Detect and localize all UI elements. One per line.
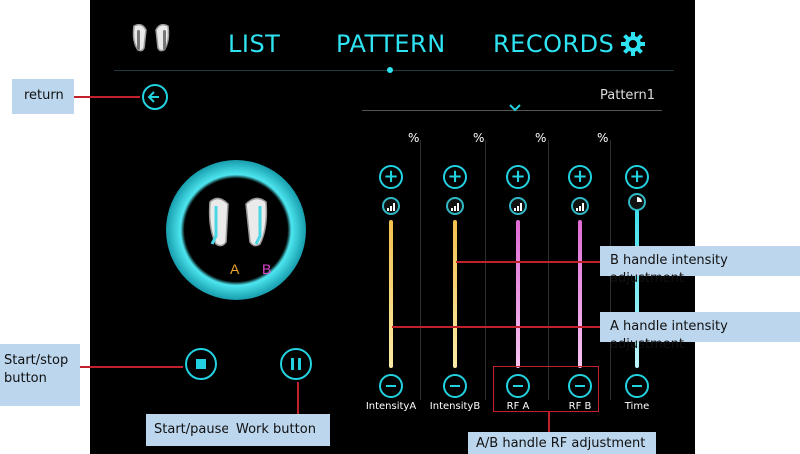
rf-adjust-callout: A/B handle RF adjustment [468, 432, 656, 454]
rf-adjust-callout-line [548, 412, 550, 432]
start-pause-callout: Start/pause [146, 414, 229, 446]
nav-pattern-tab[interactable]: PATTERN [336, 30, 446, 58]
column-divider [420, 140, 421, 400]
a-intensity-callout: A handle intensity adjustment [600, 312, 800, 352]
return-callout: return [12, 79, 74, 114]
work-button-callout-line [297, 382, 299, 414]
pattern-name: Pattern1 [600, 88, 656, 103]
plus-icon: + [383, 166, 399, 187]
time-label: Time [624, 401, 650, 412]
time-minus-button[interactable] [625, 374, 649, 398]
handle-b-label: B [262, 261, 272, 277]
intensity-b-unit: % [473, 131, 485, 145]
intensity-a-slider[interactable] [389, 220, 393, 368]
return-callout-line [74, 96, 140, 98]
rf-a-plus-button[interactable]: + [506, 165, 530, 189]
plus-icon: + [447, 166, 463, 187]
stop-icon [196, 359, 206, 369]
intensity-b-plus-button[interactable]: + [443, 165, 467, 189]
nav-list-tab[interactable]: LIST [228, 30, 280, 58]
rf-a-unit: % [535, 131, 547, 145]
nav-active-indicator [387, 67, 393, 73]
plus-icon: + [510, 166, 526, 187]
chevron-down-icon[interactable] [508, 102, 522, 114]
signal-level-icon [571, 197, 589, 215]
nav-divider [114, 70, 674, 71]
intensity-a-unit: % [408, 131, 420, 145]
handles-icon[interactable] [128, 22, 176, 56]
rf-b-unit: % [597, 131, 609, 145]
plus-icon: + [629, 166, 645, 187]
gear-icon[interactable] [620, 31, 646, 57]
work-button-callout: Work button [228, 414, 330, 446]
rf-a-slider[interactable] [516, 220, 520, 368]
handle-a-label: A [230, 261, 240, 277]
minus-icon [386, 385, 396, 387]
b-intensity-callout-line [456, 261, 600, 263]
intensity-a-minus-button[interactable] [379, 374, 403, 398]
intensity-a-label: IntensityA [365, 401, 417, 412]
rf-highlight-box [493, 366, 599, 412]
minus-icon [632, 385, 642, 387]
back-button[interactable] [142, 84, 168, 110]
intensity-b-label: IntensityB [429, 401, 481, 412]
time-plus-button[interactable]: + [625, 165, 649, 189]
plus-icon: + [572, 166, 588, 187]
intensity-a-plus-button[interactable]: + [379, 165, 403, 189]
start-stop-callout: Start/stop button [0, 344, 80, 406]
start-stop-button[interactable] [185, 348, 217, 380]
column-divider [548, 140, 549, 400]
nav-records-tab[interactable]: RECORDS [493, 30, 614, 58]
arrow-left-icon [147, 91, 159, 103]
a-intensity-callout-line [392, 326, 600, 328]
intensity-b-slider[interactable] [453, 220, 457, 368]
handles-ab-icon [208, 197, 268, 247]
b-intensity-callout: B handle intensity adjustment [600, 246, 800, 286]
minus-icon [450, 385, 460, 387]
device-screen: LIST PATTERN RECORDS Pattern1 A B % % % … [90, 0, 695, 454]
column-divider [485, 140, 486, 400]
pause-icon [291, 358, 294, 370]
pause-button[interactable] [280, 348, 312, 380]
signal-level-icon [446, 197, 464, 215]
intensity-b-minus-button[interactable] [443, 374, 467, 398]
start-stop-callout-line [80, 366, 183, 368]
timer-icon [628, 193, 646, 211]
signal-level-icon [382, 197, 400, 215]
rf-b-slider[interactable] [578, 220, 582, 368]
rf-b-plus-button[interactable]: + [568, 165, 592, 189]
signal-level-icon [509, 197, 527, 215]
